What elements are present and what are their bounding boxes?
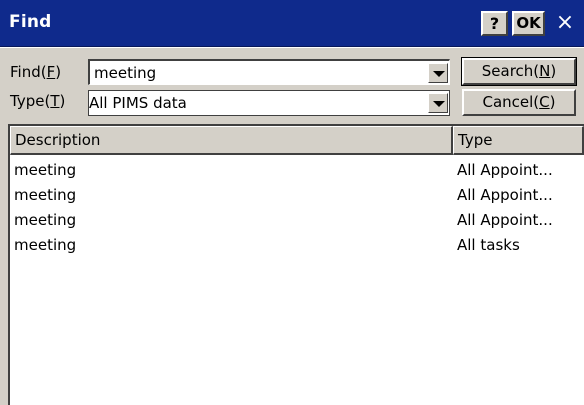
find-input[interactable]: meeting [94,64,156,82]
column-header-type[interactable]: Type [453,126,584,155]
result-rows: meeting All Appoint... meeting All Appoi… [10,157,584,257]
table-row[interactable]: meeting All Appoint... [10,207,584,232]
chevron-down-icon[interactable] [428,63,448,83]
table-row[interactable]: meeting All Appoint... [10,157,584,182]
table-row[interactable]: meeting All Appoint... [10,182,584,207]
results-list[interactable]: Description Type meeting All Appoint... … [8,124,584,405]
close-icon: × [555,10,575,35]
find-combobox[interactable]: meeting [88,59,450,85]
ok-button[interactable]: OK [512,11,545,36]
cell-description: meeting [14,211,77,229]
cell-description: meeting [14,161,77,179]
cell-type: All Appoint... [457,211,553,229]
title-bar: Find ? OK × [0,0,584,47]
cell-description: meeting [14,236,77,254]
help-icon: ? [489,14,500,33]
chevron-down-icon[interactable] [428,93,448,113]
find-label: Find(F) [10,63,62,81]
window-title: Find [9,12,52,32]
type-label: Type(T) [10,92,66,110]
type-select-value: All PIMS data [89,94,187,112]
close-button[interactable]: × [552,11,578,36]
column-header-description[interactable]: Description [10,126,453,155]
cell-type: All Appoint... [457,186,553,204]
list-header: Description Type [10,126,584,155]
help-button[interactable]: ? [481,11,508,36]
cancel-button[interactable]: Cancel(C) [462,89,576,116]
cell-type: All tasks [457,236,520,254]
cell-description: meeting [14,186,77,204]
cell-type: All Appoint... [457,161,553,179]
type-select[interactable]: All PIMS data [88,90,450,116]
table-row[interactable]: meeting All tasks [10,232,584,257]
search-button[interactable]: Search(N) [461,57,577,86]
